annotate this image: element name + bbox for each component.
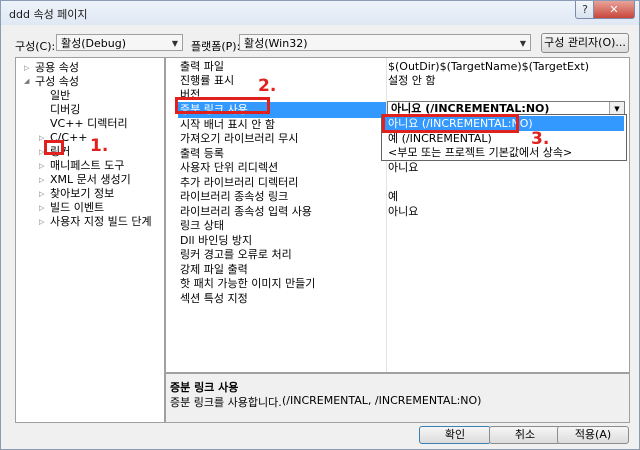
annotation-step-3: 3.	[531, 129, 550, 149]
ok-button[interactable]: 확인	[419, 426, 491, 444]
window-title: ddd 속성 페이지	[9, 8, 88, 21]
config-select[interactable]: 활성(Debug) ▼	[56, 34, 183, 51]
close-button[interactable]: ✕	[593, 1, 635, 19]
property-name[interactable]: 링커 경고를 오류로 처리	[180, 247, 386, 262]
config-manager-button[interactable]: 구성 관리자(O)...	[541, 33, 629, 53]
platform-select[interactable]: 활성(Win32) ▼	[239, 34, 531, 51]
property-name[interactable]: 진행률 표시	[180, 73, 386, 88]
property-name[interactable]: 추가 라이브러리 디렉터리	[180, 175, 386, 190]
config-label: 구성(C):	[15, 40, 56, 53]
chevron-down-icon: ▼	[519, 39, 526, 48]
property-name[interactable]: 라이브러리 종속성 링크	[180, 189, 386, 204]
platform-label: 플랫폼(P):	[191, 40, 241, 53]
expand-triangle-icon[interactable]: ▷	[39, 176, 44, 184]
platform-select-value: 활성(Win32)	[244, 37, 308, 50]
annotation-step-2: 2.	[258, 76, 277, 96]
option-inherit[interactable]: <부모 또는 프로젝트 기본값에서 상속>	[384, 145, 624, 160]
description-switches: (/INCREMENTAL, /INCREMENTAL:NO)	[282, 394, 482, 407]
description-title: 증분 링크 사용	[170, 381, 239, 394]
expand-triangle-icon[interactable]: ▷	[39, 162, 44, 170]
annotation-step-1: 1.	[90, 136, 109, 156]
expand-triangle-icon[interactable]: ▷	[39, 190, 44, 198]
expand-triangle-icon[interactable]: ▷	[39, 218, 44, 226]
property-name[interactable]: Dll 바인딩 방지	[180, 233, 386, 248]
property-value[interactable]	[388, 87, 628, 102]
help-button[interactable]: ?	[575, 1, 595, 19]
property-name[interactable]: 강제 파일 출력	[180, 262, 386, 277]
description-panel: 증분 링크 사용 증분 링크를 사용합니다. (/INCREMENTAL, /I…	[165, 373, 630, 423]
cancel-button[interactable]: 취소	[489, 426, 561, 444]
property-name[interactable]: 핫 패치 가능한 이미지 만들기	[180, 276, 386, 291]
tree-item-vc-directories[interactable]: VC++ 디렉터리	[50, 116, 128, 131]
tree-item-config-properties[interactable]: 구성 속성	[35, 74, 79, 89]
collapse-triangle-icon[interactable]: ◢	[24, 77, 29, 85]
property-value[interactable]: 예	[388, 189, 628, 204]
option-incremental-yes[interactable]: 예 (/INCREMENTAL)	[384, 131, 624, 146]
property-value[interactable]: 아니요	[388, 204, 628, 219]
chevron-down-icon: ▼	[171, 39, 178, 48]
tree-item-debugging[interactable]: 디버깅	[50, 102, 80, 117]
property-name[interactable]: 링크 상태	[180, 218, 386, 233]
property-value[interactable]: $(OutDir)$(TargetName)$(TargetExt)	[388, 59, 628, 74]
apply-button[interactable]: 적용(A)	[557, 426, 629, 444]
property-value[interactable]: 아니요	[388, 160, 628, 175]
property-name[interactable]: 섹션 특성 지정	[180, 291, 386, 306]
tree-item-common-properties[interactable]: 공용 속성	[35, 60, 79, 75]
tree-item-browse-info[interactable]: 찾아보기 정보	[50, 186, 114, 201]
title-bar: ddd 속성 페이지 ? ✕	[1, 1, 639, 25]
tree-item-xml-doc-generator[interactable]: XML 문서 생성기	[50, 172, 131, 187]
description-text: 증분 링크를 사용합니다.	[170, 396, 282, 409]
tree-item-build-events[interactable]: 빌드 이벤트	[50, 200, 104, 215]
property-name[interactable]: 라이브러리 종속성 입력 사용	[180, 204, 386, 219]
property-value[interactable]: 설정 안 함	[388, 73, 628, 88]
tree-item-custom-build-step[interactable]: 사용자 지정 빌드 단계	[50, 214, 152, 229]
expand-triangle-icon[interactable]: ▷	[24, 64, 29, 72]
property-name[interactable]: 출력 등록	[180, 146, 386, 161]
property-name[interactable]: 시작 배너 표시 안 함	[180, 117, 386, 132]
tree-item-manifest-tool[interactable]: 매니페스트 도구	[50, 158, 124, 173]
highlight-box-incremental-link	[175, 97, 270, 114]
property-name[interactable]: 사용자 단위 리디렉션	[180, 160, 386, 175]
property-name[interactable]: 가져오기 라이브러리 무시	[180, 131, 386, 146]
expand-triangle-icon[interactable]: ▷	[39, 204, 44, 212]
category-tree: ▷ 공용 속성 ◢ 구성 속성 일반 디버깅 VC++ 디렉터리 ▷ C/C++…	[15, 57, 165, 423]
property-name[interactable]: 출력 파일	[180, 59, 386, 74]
properties-dialog: ddd 속성 페이지 ? ✕ 구성(C): 활성(Debug) ▼ 플랫폼(P)…	[0, 0, 640, 450]
tree-item-general[interactable]: 일반	[50, 88, 70, 103]
config-select-value: 활성(Debug)	[61, 37, 126, 50]
highlight-box-linker	[44, 140, 64, 155]
highlight-box-option-no	[382, 114, 519, 133]
